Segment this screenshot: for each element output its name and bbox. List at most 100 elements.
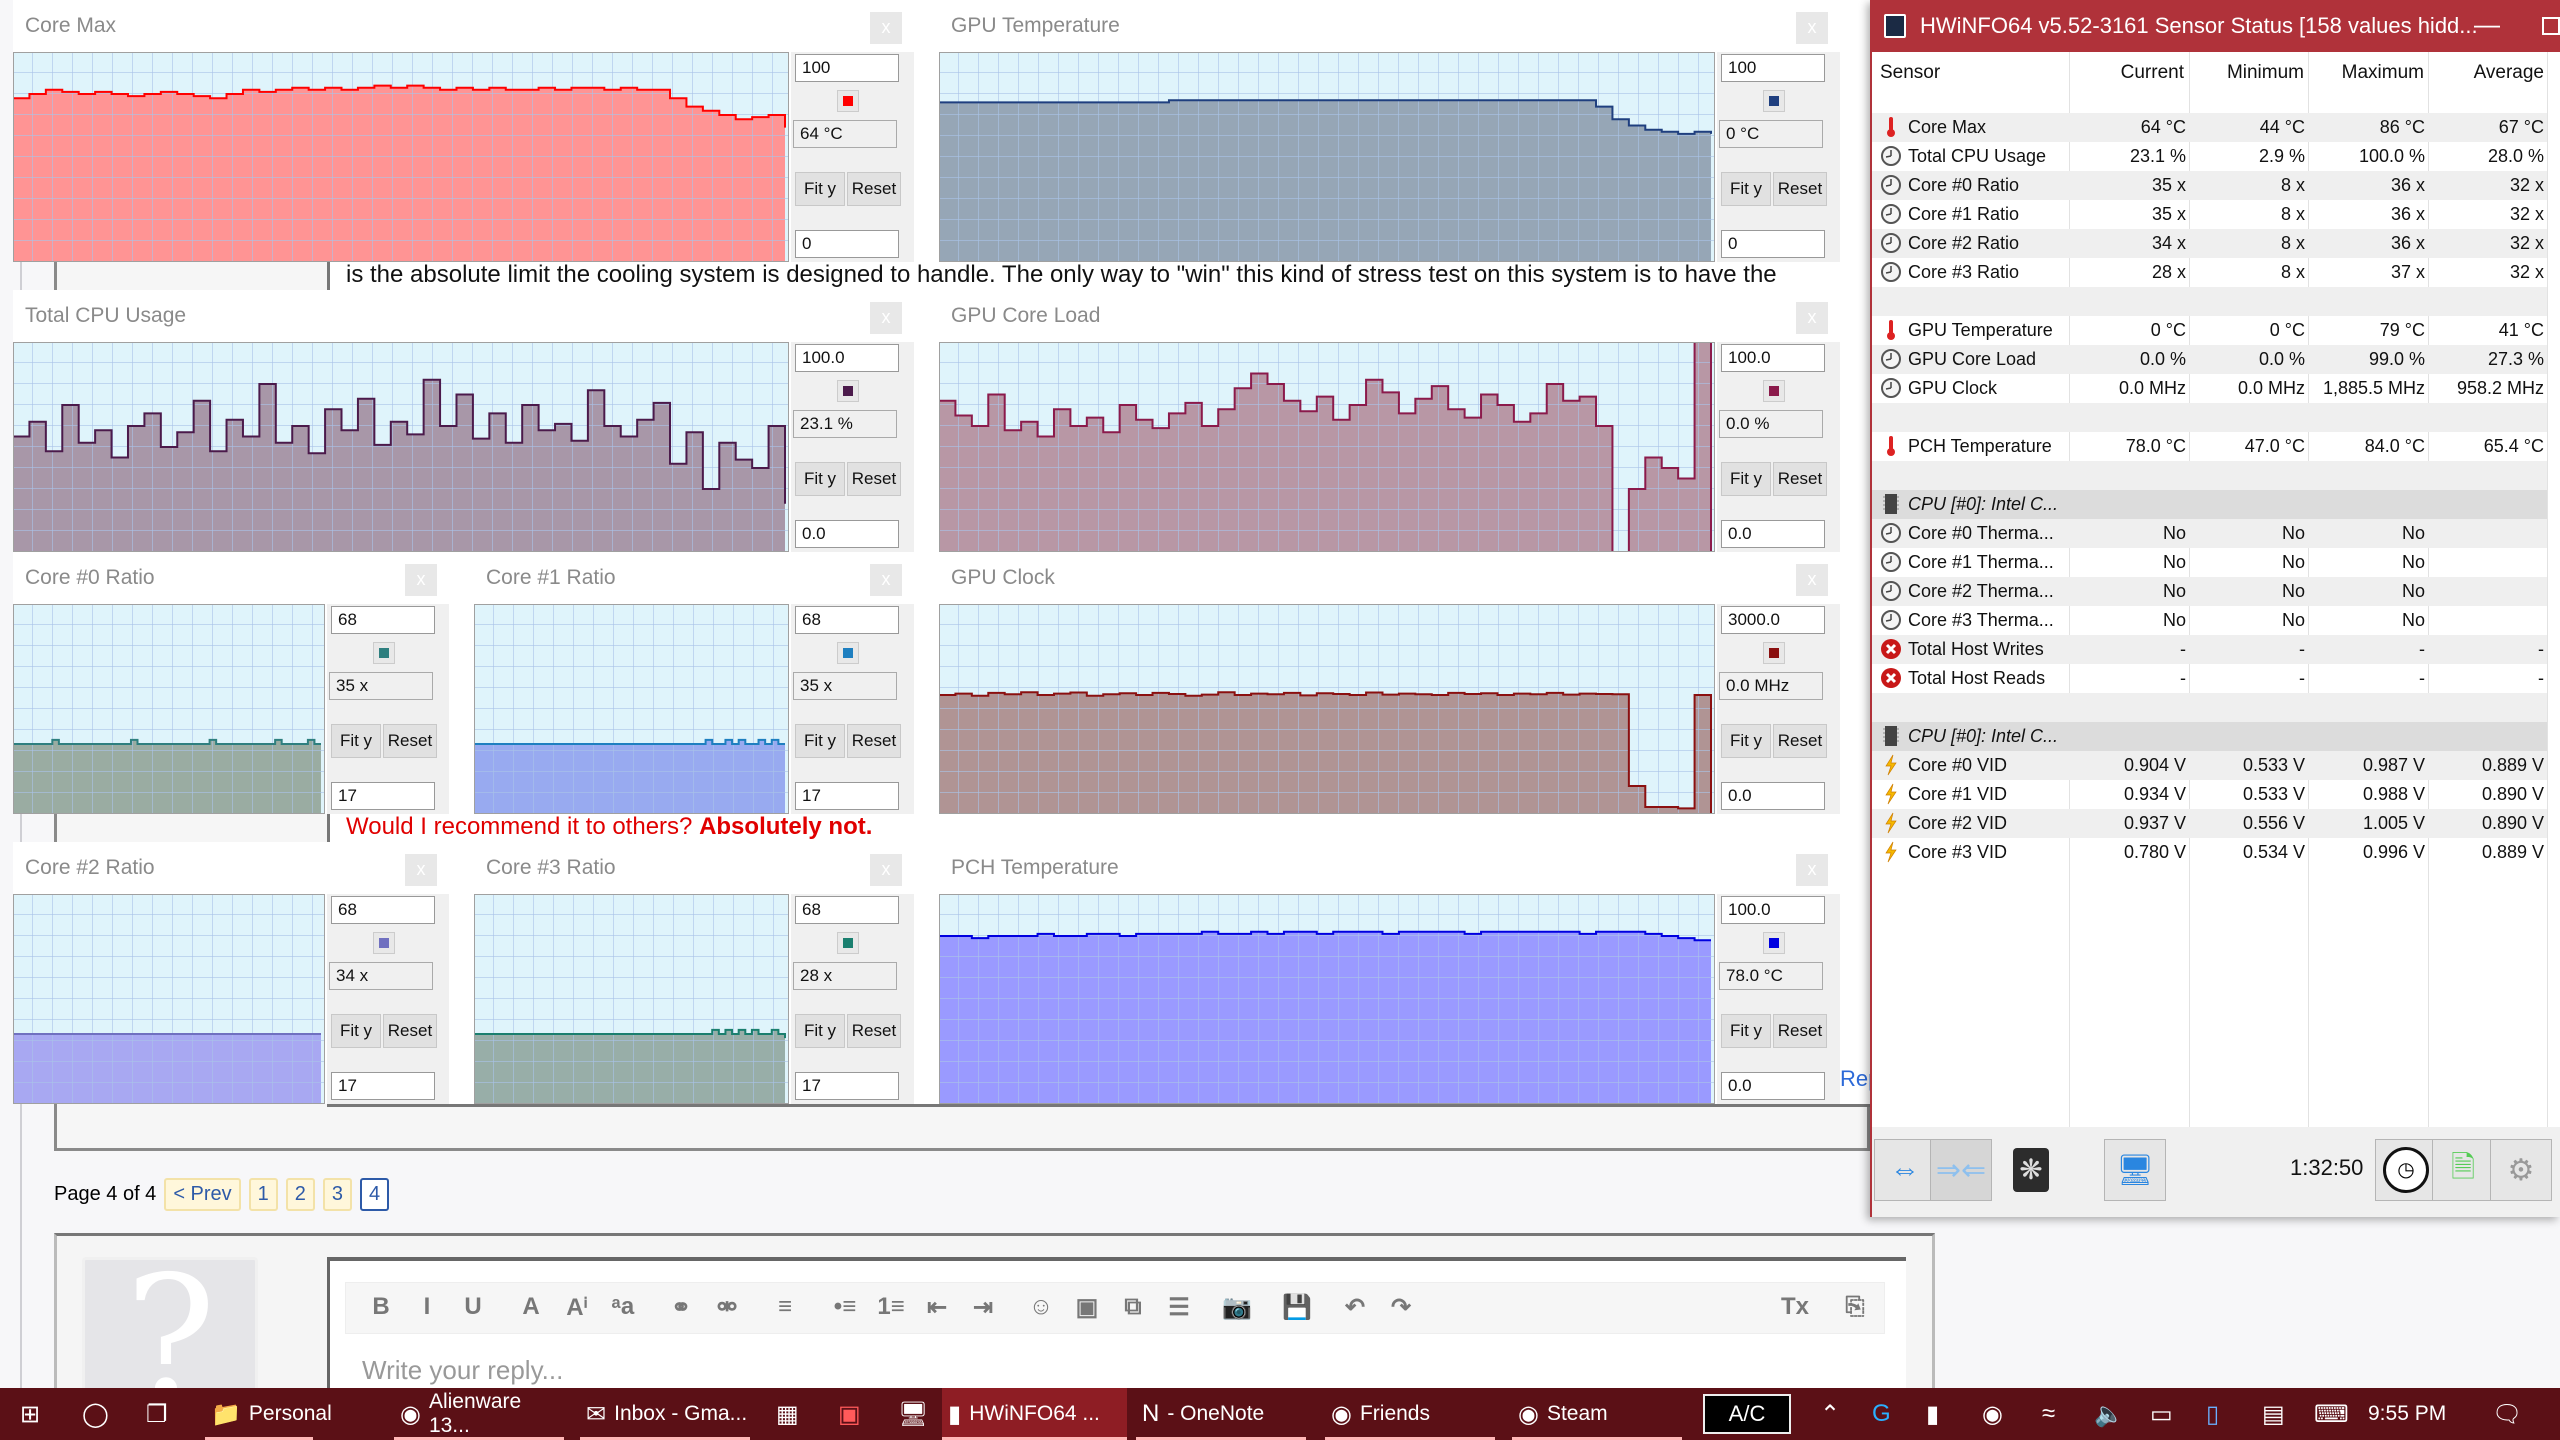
fit-y-button[interactable]: Fit y (1721, 172, 1771, 206)
sensor-group-row[interactable]: CPU [#0]: Intel C... (1872, 722, 2547, 751)
fit-y-button[interactable]: Fit y (1721, 724, 1771, 758)
y-min-input[interactable]: 0 (1721, 230, 1825, 258)
hwinfo-title-bar[interactable]: HWiNFO64 v5.52-3161 Sensor Status [158 v… (1872, 0, 2560, 52)
y-max-input[interactable]: 100.0 (1721, 344, 1825, 372)
sensor-row[interactable]: GPU Core Load 0.0 % 0.0 % 99.0 % 27.3 % (1872, 345, 2547, 374)
sensor-row[interactable]: Core #1 Therma... No No No (1872, 548, 2547, 577)
page-3-button[interactable]: 3 (322, 1178, 353, 1211)
reset-button[interactable]: Reset (1773, 172, 1827, 206)
settings-gear-icon[interactable]: ⚙ (2490, 1139, 2552, 1201)
tray-steam[interactable]: ◉ (1976, 1388, 2003, 1440)
y-min-input[interactable]: 17 (331, 782, 435, 810)
calculator-button[interactable]: ▦ (770, 1388, 799, 1440)
sensor-row[interactable]: Core #0 Ratio 35 x 8 x 36 x 32 x (1872, 171, 2547, 200)
y-max-input[interactable]: 100.0 (1721, 896, 1825, 924)
tray-keyboard[interactable]: ⌨ (2308, 1388, 2349, 1440)
fit-y-button[interactable]: Fit y (331, 1014, 381, 1048)
taskbar-friends-button[interactable]: ◉ Friends (1325, 1388, 1495, 1440)
editor-tool-0-icon[interactable]: B (366, 1293, 396, 1321)
taskbar-alienware-13-button[interactable]: ◉ Alienware 13... (394, 1388, 564, 1440)
taskbar-inbox-gma-button[interactable]: ✉ Inbox - Gma... (580, 1388, 750, 1440)
close-graph-button[interactable]: x (405, 854, 437, 886)
fit-y-button[interactable]: Fit y (795, 172, 845, 206)
close-graph-button[interactable]: x (870, 302, 902, 334)
y-min-input[interactable]: 0.0 (1721, 1072, 1825, 1100)
y-min-input[interactable]: 17 (795, 1072, 899, 1100)
color-picker-button[interactable] (373, 642, 395, 664)
fit-y-button[interactable]: Fit y (331, 724, 381, 758)
y-max-input[interactable]: 68 (331, 896, 435, 924)
reset-button[interactable]: Reset (383, 724, 437, 758)
reset-button[interactable]: Reset (1773, 724, 1827, 758)
sensor-row[interactable]: GPU Temperature 0 °C 0 °C 79 °C 41 °C (1872, 316, 2547, 345)
close-graph-button[interactable]: x (870, 564, 902, 596)
y-max-input[interactable]: 68 (795, 606, 899, 634)
close-graph-button[interactable]: x (1796, 854, 1828, 886)
editor-tool-11-icon[interactable]: ⇤ (922, 1293, 952, 1322)
close-graph-button[interactable]: x (1796, 302, 1828, 334)
editor-tool-20-icon[interactable]: ↷ (1386, 1293, 1416, 1322)
sensor-group-row[interactable]: CPU [#0]: Intel C... (1872, 490, 2547, 519)
start-button[interactable]: ⊞ (14, 1388, 40, 1440)
reset-button[interactable]: Reset (847, 1014, 901, 1048)
editor-tool-18-icon[interactable]: 💾 (1282, 1293, 1312, 1322)
tray-app[interactable]: ▤ (2256, 1388, 2285, 1440)
tray-volume[interactable]: 🔈 (2088, 1388, 2124, 1440)
reply-input[interactable]: Write your reply... (362, 1355, 563, 1386)
editor-tool-1-icon[interactable]: I (412, 1293, 442, 1321)
y-min-input[interactable]: 17 (795, 782, 899, 810)
tray-wifi[interactable]: ≈ (2036, 1388, 2055, 1440)
reset-button[interactable]: Reset (847, 462, 901, 496)
tray-battery[interactable]: ▭ (2144, 1388, 2173, 1440)
reset-button[interactable]: Reset (383, 1014, 437, 1048)
sensor-row[interactable]: Core Max 64 °C 44 °C 86 °C 67 °C (1872, 113, 2547, 142)
color-picker-button[interactable] (1763, 380, 1785, 402)
editor-tool-3-icon[interactable]: A (516, 1293, 546, 1321)
color-picker-button[interactable] (837, 642, 859, 664)
color-picker-button[interactable] (837, 932, 859, 954)
sensor-row[interactable]: Core #2 VID 0.937 V 0.556 V 1.005 V 0.890 V (1872, 809, 2547, 838)
collapse-arrows-icon[interactable]: ⇒⇐ (1930, 1139, 1992, 1201)
cortana-button[interactable]: ◯ (76, 1388, 109, 1440)
expand-arrows-icon[interactable]: ⇔ (1874, 1139, 1936, 1201)
page-1-button[interactable]: 1 (248, 1178, 278, 1211)
y-max-input[interactable]: 100.0 (795, 344, 899, 372)
editor-tool-15-icon[interactable]: ⧉ (1118, 1293, 1148, 1321)
sensor-row[interactable]: Total CPU Usage 23.1 % 2.9 % 100.0 % 28.0 % (1872, 142, 2547, 171)
editor-tool-4-icon[interactable]: Aⁱ (562, 1293, 592, 1322)
network-icon[interactable]: 🖥 (2104, 1139, 2166, 1201)
y-max-input[interactable]: 100 (1721, 54, 1825, 82)
sensor-row[interactable]: Core #3 VID 0.780 V 0.534 V 0.996 V 0.889 V (1872, 838, 2547, 867)
reset-button[interactable]: Reset (847, 724, 901, 758)
color-picker-button[interactable] (837, 90, 859, 112)
editor-tool-9-icon[interactable]: •≡ (830, 1293, 860, 1321)
color-picker-button[interactable] (1763, 90, 1785, 112)
fan-icon[interactable]: ❋ (2000, 1139, 2062, 1201)
tray-logitech[interactable]: G (1866, 1388, 1891, 1440)
sensor-row[interactable]: Core #3 Ratio 28 x 8 x 37 x 32 x (1872, 258, 2547, 287)
color-picker-button[interactable] (1763, 642, 1785, 664)
sensor-row[interactable]: Core #1 VID 0.934 V 0.533 V 0.988 V 0.890 V (1872, 780, 2547, 809)
sensor-row[interactable]: Core #0 VID 0.904 V 0.533 V 0.987 V 0.889 V (1872, 751, 2547, 780)
editor-tool-13-icon[interactable]: ☺ (1026, 1293, 1056, 1321)
editor-tool-22-icon[interactable]: ⎘ (1840, 1293, 1870, 1321)
editor-tool-10-icon[interactable]: 1≡ (876, 1293, 906, 1321)
page-4-button[interactable]: 4 (360, 1178, 390, 1211)
sensor-row[interactable]: Total Host Writes - - - - (1872, 635, 2547, 664)
fit-y-button[interactable]: Fit y (795, 462, 845, 496)
taskbar-steam-button[interactable]: ◉ Steam (1512, 1388, 1682, 1440)
sensor-row[interactable]: Core #1 Ratio 35 x 8 x 36 x 32 x (1872, 200, 2547, 229)
action-center-button[interactable]: 🗨 (2486, 1388, 2522, 1440)
y-max-input[interactable]: 68 (795, 896, 899, 924)
y-max-input[interactable]: 3000.0 (1721, 606, 1825, 634)
taskbar-onenote-button[interactable]: N - OneNote (1136, 1388, 1306, 1440)
editor-tool-12-icon[interactable]: ⇥ (968, 1293, 998, 1322)
clock[interactable]: 9:55 PM (2362, 1388, 2446, 1440)
app-button[interactable]: 🖥 (892, 1388, 928, 1440)
task-view-button[interactable]: ❐ (140, 1388, 168, 1440)
close-graph-button[interactable]: x (870, 854, 902, 886)
taskbar-personal-button[interactable]: 📁 Personal (205, 1388, 332, 1440)
taskbar-hwinfo64-button[interactable]: ▮ HWiNFO64 ... (942, 1388, 1127, 1440)
color-picker-button[interactable] (373, 932, 395, 954)
fit-y-button[interactable]: Fit y (1721, 462, 1771, 496)
